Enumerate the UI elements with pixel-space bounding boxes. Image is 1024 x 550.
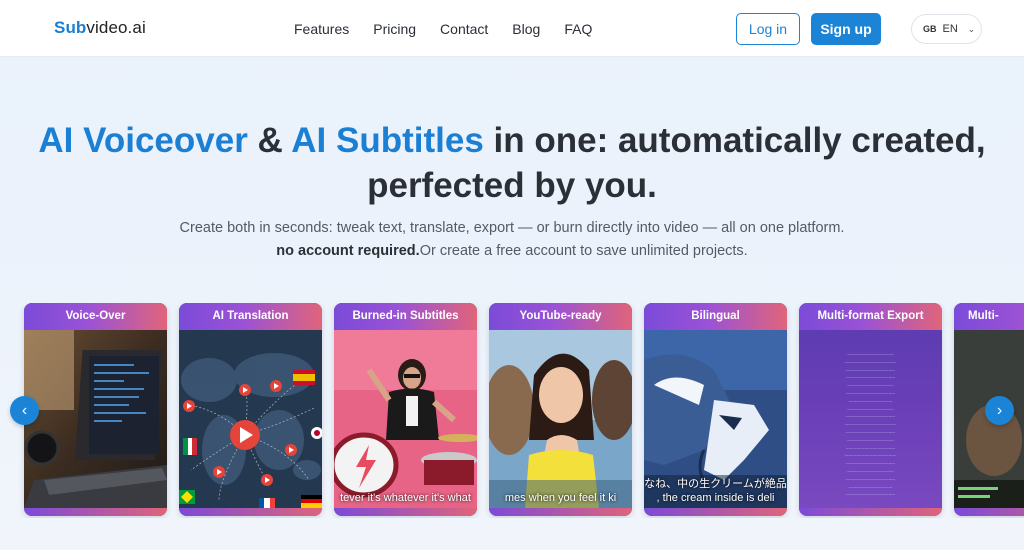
card-footer-bar [489, 508, 632, 516]
nav-link-features[interactable]: Features [294, 21, 349, 37]
card-footer-bar [644, 508, 787, 516]
chevron-left-icon: ‹ [21, 401, 28, 419]
card-title: Burned-in Subtitles [334, 303, 477, 330]
logo-rest: video.ai [86, 18, 146, 37]
nav-link-pricing[interactable]: Pricing [373, 21, 416, 37]
card-footer-bar [179, 508, 322, 516]
card-title: Bilingual [644, 303, 787, 330]
card-footer-bar [954, 508, 1024, 516]
logo[interactable]: Subvideo.ai [54, 18, 146, 38]
hero-title-line2: perfected by you. [367, 166, 657, 205]
hero-title-amp: & [247, 121, 292, 160]
chevron-right-icon: › [996, 401, 1003, 419]
flag-gb-icon: GB [923, 24, 937, 34]
nav-link-contact[interactable]: Contact [440, 21, 488, 37]
card-title: YouTube-ready [489, 303, 632, 330]
card-image-laptop [24, 330, 167, 508]
nav-link-blog[interactable]: Blog [512, 21, 540, 37]
hero-note-rest: Or create a free account to save unlimit… [419, 243, 748, 259]
chevron-down-icon: ⌄ [967, 23, 976, 34]
card-footer-bar [799, 508, 942, 516]
hero-title: AI Voiceover & AI Subtitles in one: auto… [0, 118, 1024, 208]
nav-link-faq[interactable]: FAQ [564, 21, 592, 37]
hero-note: no account required.Or create a free acc… [0, 243, 1024, 259]
hero-title-voiceover: AI Voiceover [38, 121, 248, 160]
hero-note-bold: no account required. [276, 243, 420, 259]
hero-title-rest: in one: automatically created, [483, 121, 986, 160]
language-code: EN [942, 23, 958, 35]
card-voice-over[interactable]: Voice-Over [24, 303, 167, 516]
card-footer-bar [334, 508, 477, 516]
card-image-drummer: tever it's whatever it's what [334, 330, 477, 508]
card-subtitle-caption-jp: なね、中の生クリームが絶品 [644, 478, 787, 490]
card-footer-bar [24, 508, 167, 516]
feature-carousel: Voice-Over AI Translation tever it's wha… [0, 303, 1024, 518]
signup-button[interactable]: Sign up [811, 13, 881, 45]
carousel-prev-button[interactable]: ‹ [10, 396, 39, 425]
card-image-anime: なね、中の生クリームが絶品 , the cream inside is deli [644, 330, 787, 508]
card-subtitle-caption-en: , the cream inside is deli [656, 492, 775, 504]
card-ai-translation[interactable]: AI Translation [179, 303, 322, 516]
card-title: Multi- [954, 303, 1024, 330]
card-youtube-ready[interactable]: mes when you feel it ki YouTube-ready [489, 303, 632, 516]
card-title: Voice-Over [24, 303, 167, 330]
card-image-format-list: ----------------------------------- ----… [844, 351, 897, 497]
hero-title-subtitles: AI Subtitles [291, 121, 484, 160]
card-bilingual[interactable]: なね、中の生クリームが絶品 , the cream inside is deli… [644, 303, 787, 516]
card-image-singer: mes when you feel it ki [489, 330, 632, 508]
carousel-next-button[interactable]: › [985, 396, 1014, 425]
logo-accent: Sub [54, 18, 87, 37]
nav-links: Features Pricing Contact Blog FAQ [294, 21, 616, 37]
card-subtitle-caption: mes when you feel it ki [504, 492, 617, 504]
login-button[interactable]: Log in [736, 13, 800, 45]
card-burned-in-subtitles[interactable]: tever it's whatever it's what Burned-in … [334, 303, 477, 516]
card-multi-format-export[interactable]: ----------------------------------- ----… [799, 303, 942, 516]
card-title: AI Translation [179, 303, 322, 330]
card-image-world-map [179, 330, 322, 508]
card-subtitle-caption: tever it's whatever it's what [340, 492, 471, 504]
hero-subtitle: Create both in seconds: tweak text, tran… [179, 220, 845, 236]
card-title: Multi-format Export [799, 303, 942, 330]
language-selector[interactable]: GB EN ⌄ [911, 14, 982, 44]
top-navbar: Subvideo.ai Features Pricing Contact Blo… [0, 0, 1024, 57]
